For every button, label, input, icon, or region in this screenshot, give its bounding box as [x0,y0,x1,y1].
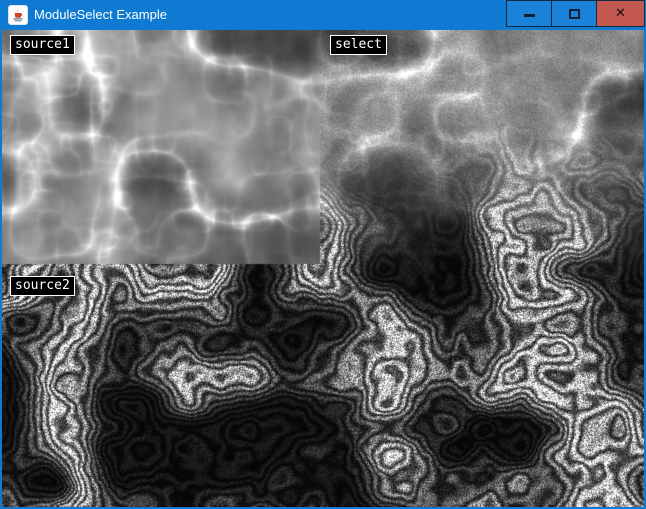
module-label-source1: source1 [10,35,75,55]
java-coffee-cup-icon[interactable] [8,5,28,25]
noise-viewport [2,30,644,507]
maximize-button[interactable] [551,0,597,27]
window-title: ModuleSelect Example [34,0,167,29]
close-button[interactable]: ✕ [596,0,645,27]
application-window: ModuleSelect Example ✕ source1 select sour… [0,0,646,509]
minimize-icon [524,14,535,17]
module-label-select: select [330,35,387,55]
minimize-button[interactable] [506,0,552,27]
noise-canvas [2,30,644,507]
module-label-source2: source2 [10,276,75,296]
maximize-icon [569,9,580,19]
close-icon: ✕ [615,7,626,20]
title-bar[interactable]: ModuleSelect Example ✕ [0,0,646,30]
java-coffee-cup-glyph [10,7,26,23]
